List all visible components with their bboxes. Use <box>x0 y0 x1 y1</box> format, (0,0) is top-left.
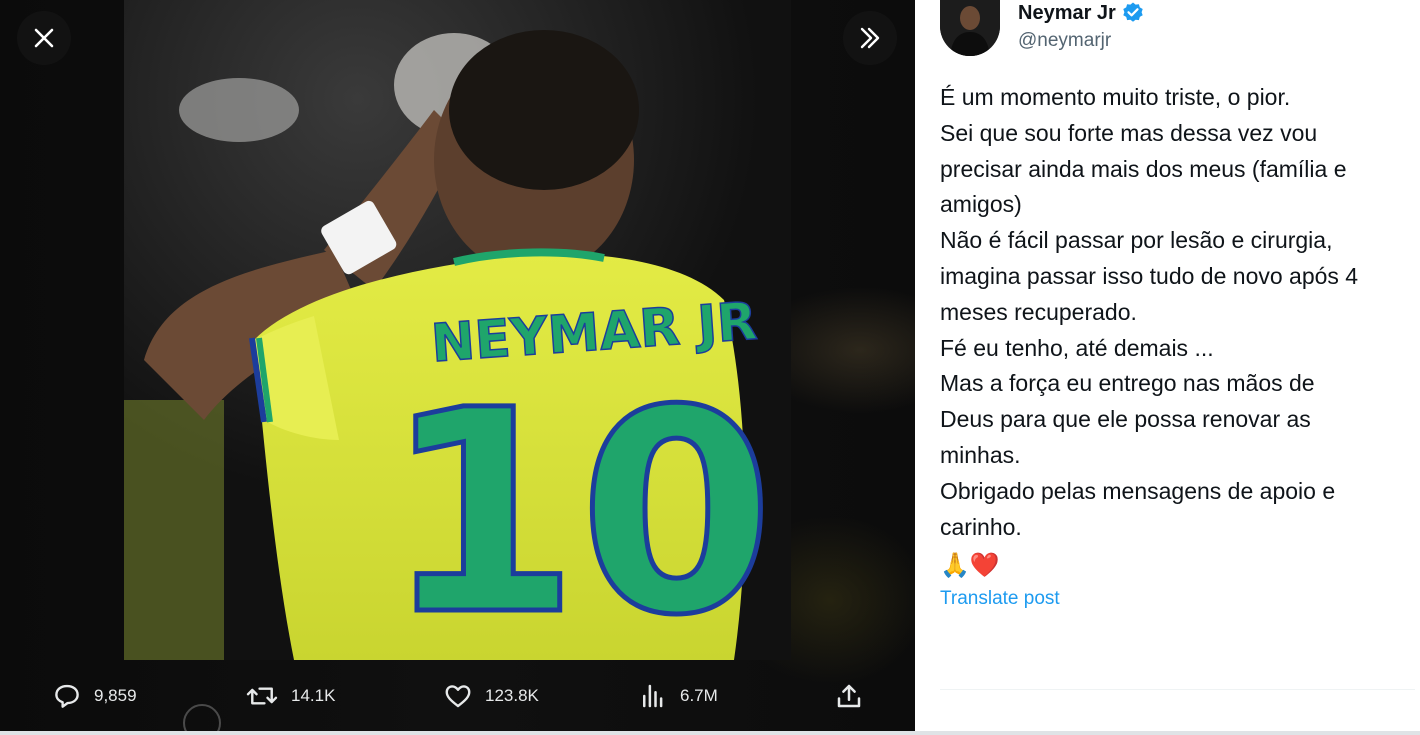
post-line: Não é fácil passar por lesão e cirurgia, <box>940 227 1333 254</box>
media-viewer: NEYMAR JR 10 9,859 14.1K 123.8K 6.7M <box>0 0 915 735</box>
post-line: É um momento muito triste, o pior. <box>940 84 1291 110</box>
post-detail-panel: Neymar Jr @neymarjr É um momento muito t… <box>915 0 1420 735</box>
post-line: Fé eu tenho, até demais ... <box>940 334 1214 361</box>
heart-icon <box>445 685 471 708</box>
chevrons-right-icon <box>860 27 880 49</box>
author-name: Neymar Jr <box>1018 1 1116 24</box>
divider <box>940 689 1415 690</box>
repost-button[interactable]: 14.1K <box>245 668 335 724</box>
post-photo[interactable]: NEYMAR JR 10 <box>124 0 791 660</box>
share-button[interactable] <box>834 668 876 724</box>
close-button[interactable] <box>17 11 71 65</box>
translate-post-link[interactable]: Translate post <box>940 588 1060 610</box>
bottom-edge <box>0 731 1420 735</box>
post-action-bar: 9,859 14.1K 123.8K 6.7M <box>0 668 915 728</box>
post-line: Mas a força eu entrego nas mãos de <box>940 370 1315 397</box>
post-line: Deus para que ele possa renovar as <box>940 406 1311 433</box>
close-icon <box>34 28 54 48</box>
post-line: minhas. <box>940 441 1021 468</box>
analytics-icon <box>643 684 663 708</box>
post-line: Sei que sou forte mas dessa vez vou <box>940 119 1318 146</box>
jersey-number-text: 10 <box>384 351 774 660</box>
views-count: 6.7M <box>680 686 718 705</box>
profile-photo-icon <box>940 0 1000 56</box>
expand-panel-button[interactable] <box>843 11 897 65</box>
post-line: imagina passar isso tudo de novo após 4 <box>940 262 1359 289</box>
post-line: carinho. <box>940 513 1022 540</box>
author-handle[interactable]: @neymarjr <box>1018 30 1111 52</box>
post-line: Obrigado pelas mensagens de apoio e <box>940 477 1336 504</box>
post-text: É um momento muito triste, o pior. Sei q… <box>940 80 1410 545</box>
post-line: amigos) <box>940 191 1022 218</box>
reply-icon <box>55 684 79 708</box>
repost-icon <box>246 687 278 705</box>
verified-badge-icon <box>1123 2 1143 22</box>
post-emoji: 🙏❤️ <box>940 551 1000 579</box>
author-name-row[interactable]: Neymar Jr <box>1018 0 1145 26</box>
post-line: meses recuperado. <box>940 298 1137 325</box>
reply-button[interactable]: 9,859 <box>52 668 137 724</box>
post-line: precisar ainda mais dos meus (família e <box>940 155 1347 182</box>
views-button[interactable]: 6.7M <box>638 668 718 724</box>
like-count: 123.8K <box>485 686 539 705</box>
repost-count: 14.1K <box>291 686 336 705</box>
avatar[interactable] <box>940 0 1000 56</box>
share-icon <box>837 684 861 708</box>
reply-count: 9,859 <box>94 686 137 705</box>
like-button[interactable]: 123.8K <box>443 668 539 724</box>
